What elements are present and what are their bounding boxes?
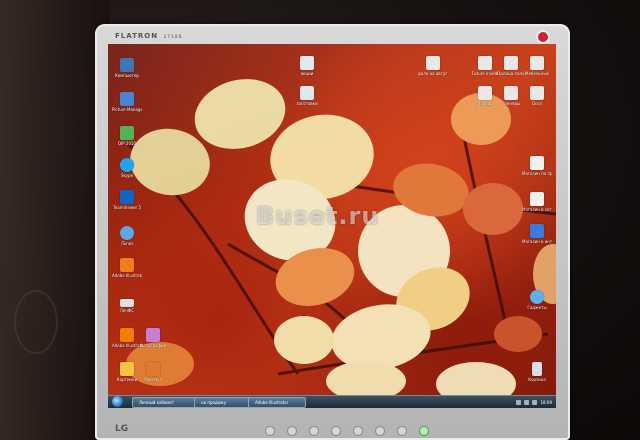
desktop-icon-gadgets[interactable]: Гаджеты [522,290,552,310]
picture-icon [120,92,134,106]
folder-icon [530,56,544,70]
trash-icon [532,362,542,376]
desktop-icon-picture-manager[interactable]: Picture Manager [112,92,142,112]
monitor-button[interactable] [331,426,341,436]
shop-icon [530,156,544,170]
desktop-icon-label: Магазин в интернете [522,239,552,244]
monitor-button[interactable] [309,426,319,436]
computer-icon [120,58,134,72]
desktop-icon-music[interactable]: Мой муз [138,362,168,382]
desktop-icon-label: Мебельные [525,71,549,76]
gadget-icon [530,290,544,304]
desktop-icon-shop-2[interactable]: Магазин в сетевой [522,192,552,212]
desktop-icon-zagotovki[interactable]: заготовки [292,86,322,106]
folder-icon [504,86,518,100]
shop-icon [530,192,544,206]
skype-icon [120,158,134,172]
desktop-icon-label: дела на август [418,71,448,76]
badge-icon [536,30,550,44]
desktop-icon-label: заготовки [296,101,318,106]
desktop-icon-label: QIP 2010 [117,141,137,146]
desktop-icon-folder-docs[interactable]: Docs [522,86,552,106]
music-icon [146,362,160,376]
desktop-icon-label: акции [300,71,314,76]
desktop-icon-aktsii[interactable]: акции [292,56,322,76]
desktop-icon-qip[interactable]: QIP 2010 [112,126,142,146]
monitor-button[interactable] [265,426,275,436]
volume-icon[interactable] [532,399,538,405]
folder-icon [504,56,518,70]
folder-icon [478,86,492,100]
itunes-icon [120,226,134,240]
illustrator-icon [120,328,134,342]
desktop-icon-shop-3[interactable]: Магазин в интернете [522,224,552,244]
document-icon [300,86,314,100]
taskbar-item-cabinet[interactable]: Личный кабинет [132,397,198,408]
brand-model: 1718S [163,34,183,39]
monitor-brand: FLATRON 1718S [115,32,183,40]
desktop-icon-label: Корзина [528,377,546,382]
desktop-icon-teamviewer[interactable]: TeamViewer 5 [112,190,142,210]
desktop-icon-label: Компьютер [115,73,139,78]
taskbar-item-sale[interactable]: на продажу [194,397,252,408]
taskbar: Личный кабинет на продажу Adobe Illustra… [108,395,556,408]
tray-icon[interactable] [524,399,530,405]
system-tray: 18:09 [516,396,552,408]
shop-icon [530,224,544,238]
desktop-icon-illustrator[interactable]: Adobe Illustrator [112,258,142,278]
star-icon [120,362,134,376]
desktop-icon-computer[interactable]: Компьютер [112,58,142,78]
tray-icon[interactable] [516,399,522,405]
desktop-icon-label: Мой муз [144,377,162,382]
drive-icon [120,299,134,307]
watermark-text: Buset.ru [256,202,380,230]
illustrator-icon [120,258,134,272]
clock[interactable]: 18:09 [540,400,552,405]
wall-ornament [14,290,58,354]
desktop-icon-folder-furniture[interactable]: Мебельные [522,56,552,76]
desktop-icon-label: Skype [120,173,134,178]
desktop-icon-itunes[interactable]: iTunes [112,226,142,246]
power-button[interactable] [419,426,429,436]
photos-icon [146,328,160,342]
folder-icon [478,56,492,70]
monitor-button[interactable] [353,426,363,436]
teamviewer-icon [120,190,134,204]
desktop-icon-label: Магазин по продаже [522,171,552,176]
maker-logo: LG [115,424,129,434]
desktop-icon-label: Магазин в сетевой [522,207,552,212]
brand-name: FLATRON [115,32,159,40]
taskbar-item-illustrator[interactable]: Adobe Illustrator [248,397,306,408]
desktop-icon-label: Adobe Illustrator [112,273,142,278]
desktop-icon-skype[interactable]: Skype [112,158,142,178]
qip-icon [120,126,134,140]
desktop-icon-label: ЛичФС [119,308,135,313]
desktop-icon-label: Фотографии [139,343,167,348]
background-wall [0,0,110,440]
monitor-button[interactable] [397,426,407,436]
desktop-icon-photos[interactable]: Фотографии [138,328,168,348]
desktop-screen: Buset.ru Компьютер Picture Manager QIP 2… [108,44,556,408]
folder-icon [426,56,440,70]
desktop-icon-label: Docs [532,101,542,106]
document-icon [300,56,314,70]
start-button[interactable] [112,396,123,407]
desktop-icon-folder-august[interactable]: дела на август [418,56,448,76]
desktop-icon-shop-1[interactable]: Магазин по продаже [522,156,552,176]
desktop-icon-label: TeamViewer 5 [113,205,141,210]
desktop-icon-drive[interactable]: ЛичФС [112,296,142,313]
monitor-button[interactable] [287,426,297,436]
desktop-icon-label: Гаджеты [527,305,547,310]
folder-icon [530,86,544,100]
monitor-button[interactable] [375,426,385,436]
monitor-controls [265,426,429,436]
desktop-icon-label: iTunes [120,241,134,246]
desktop-icon-recycle-bin[interactable]: Корзина [522,362,552,382]
desktop-icon-label: Picture Manager [112,107,142,112]
